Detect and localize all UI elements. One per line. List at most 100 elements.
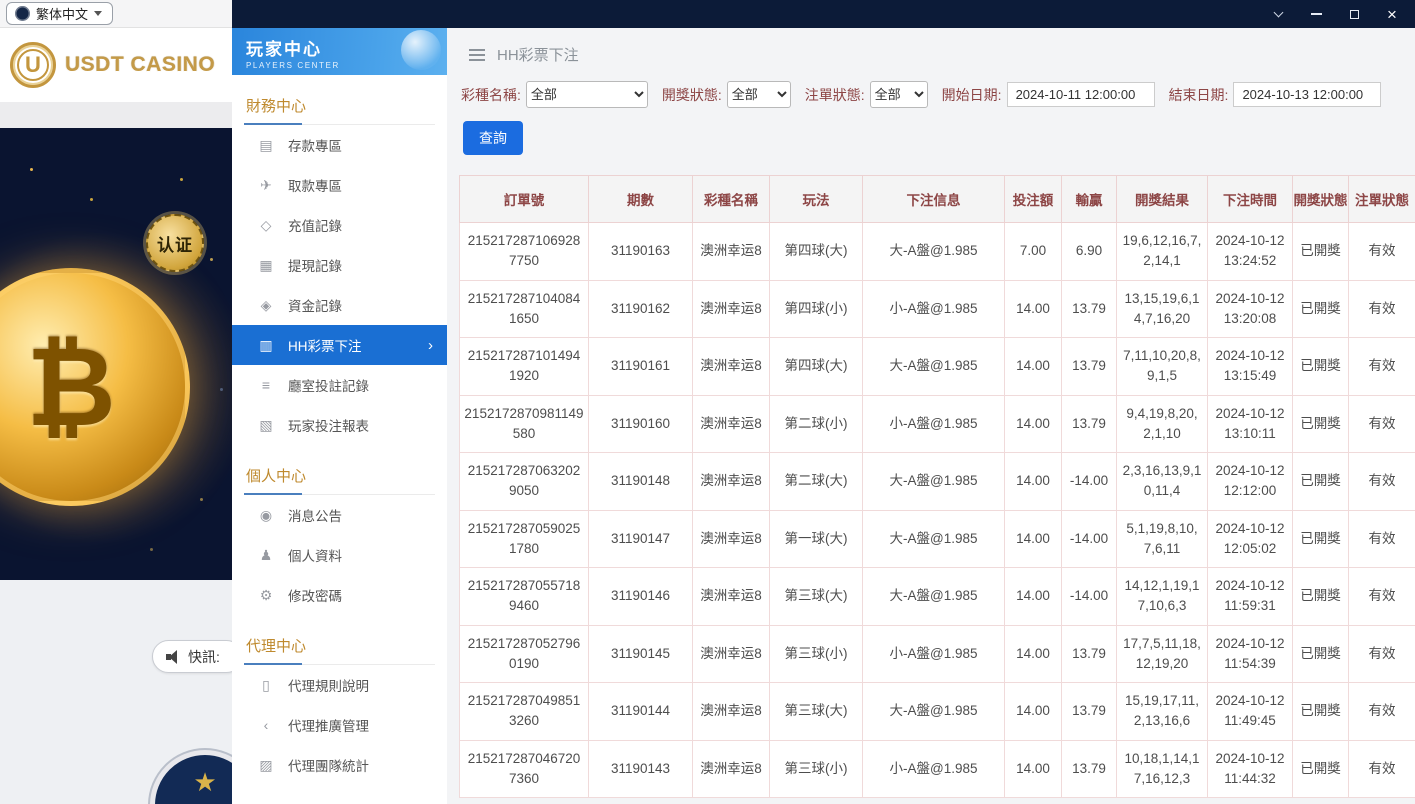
cell-bet-time: 2024-10-12 12:12:00 [1208, 453, 1293, 511]
draw-status-select[interactable]: 全部 [727, 81, 791, 108]
agent-rules-icon: ▯ [256, 677, 276, 694]
close-button[interactable]: × [1385, 7, 1399, 21]
sidebar-item-label: 修改密碼 [288, 585, 342, 605]
sidebar-item-room-bet-record[interactable]: ≡廳室投註記錄 [232, 365, 447, 405]
sidebar-item-change-password[interactable]: ⚙修改密碼 [232, 575, 447, 615]
cell-draw-status: 已開獎 [1293, 568, 1349, 626]
sidebar-item-player-bet-report[interactable]: ▧玩家投注報表 [232, 405, 447, 445]
end-date-input[interactable] [1233, 82, 1381, 107]
globe-icon [15, 6, 30, 21]
cell-bet-time: 2024-10-12 11:59:31 [1208, 568, 1293, 626]
sidebar-item-label: 代理規則說明 [288, 675, 369, 695]
sidebar-item-hh-lottery-bets[interactable]: ▥HH彩票下注› [232, 325, 447, 365]
news-ticker[interactable]: 快訊: [152, 640, 232, 673]
table-row: 215217287101494192031190161澳洲幸运8第四球(大)大-… [460, 338, 1415, 396]
cell-bet-amount: 14.00 [1005, 568, 1062, 626]
page-header: HH彩票下注 [447, 28, 1415, 77]
sidebar-item-label: 資金記錄 [288, 295, 342, 315]
divider-strip [0, 102, 232, 128]
chevron-down-icon[interactable] [1271, 7, 1285, 21]
cell-order-status: 有效 [1349, 280, 1415, 338]
cell-draw-result: 17,7,5,11,18,12,19,20 [1117, 625, 1208, 683]
cell-bet-time: 2024-10-12 13:15:49 [1208, 338, 1293, 396]
column-header: 開獎結果 [1117, 176, 1208, 223]
speaker-icon [166, 650, 180, 663]
search-button[interactable]: 查詢 [463, 121, 523, 155]
language-selector[interactable]: 繁体中文 [6, 2, 113, 25]
table-row: 215217287049851326031190144澳洲幸运8第三球(大)大-… [460, 683, 1415, 741]
minimize-button[interactable] [1309, 7, 1323, 21]
lottery-name-select[interactable]: 全部 [526, 81, 648, 108]
language-bar: 繁体中文 [0, 0, 232, 28]
filter-label: 結束日期: [1169, 85, 1229, 105]
sidebar-item-agent-rules[interactable]: ▯ 代理規則說明 [232, 665, 447, 705]
cell-draw-result: 19,6,12,16,7,2,14,1 [1117, 223, 1208, 281]
cell-period: 31190162 [589, 280, 693, 338]
cell-bet-info: 大-A盤@1.985 [863, 683, 1005, 741]
left-bottom-area: 快訊: ★ [0, 580, 232, 804]
cell-period: 31190147 [589, 510, 693, 568]
page-title: HH彩票下注 [497, 44, 579, 65]
sidebar-section-title: 個人中心 [244, 460, 435, 495]
cell-play-type: 第一球(大) [770, 510, 863, 568]
cell-win-loss: 13.79 [1062, 683, 1117, 741]
sidebar-item-label: 提現記錄 [288, 255, 342, 275]
cell-lottery-name: 澳洲幸运8 [693, 625, 770, 683]
cell-draw-result: 9,4,19,8,20,2,1,10 [1117, 395, 1208, 453]
cell-bet-info: 小-A盤@1.985 [863, 395, 1005, 453]
hh-lottery-bets-icon: ▥ [256, 337, 276, 354]
cell-draw-result: 10,18,1,14,17,16,12,3 [1117, 740, 1208, 798]
sidebar-item-recharge-record[interactable]: ◇充值記錄 [232, 205, 447, 245]
cell-bet-amount: 14.00 [1005, 625, 1062, 683]
sidebar-item-agent-team-stats[interactable]: ▨代理團隊統計 [232, 745, 447, 785]
main-content: HH彩票下注 彩種名稱: 全部 開獎狀態: 全部 [447, 28, 1415, 804]
agent-promotion-icon: ‹ [256, 717, 276, 733]
maximize-button[interactable] [1347, 7, 1361, 21]
language-label: 繁体中文 [36, 4, 88, 23]
column-header: 注單狀態 [1349, 176, 1415, 223]
sidebar-item-label: 廳室投註記錄 [288, 375, 369, 395]
sidebar-item-deposit-zone[interactable]: ▤存款專區 [232, 125, 447, 165]
chevron-right-icon: › [428, 337, 433, 354]
cell-order-no: 2152172870527960190 [460, 625, 589, 683]
cell-draw-status: 已開獎 [1293, 625, 1349, 683]
sidebar-item-cashout-record[interactable]: ▦提現記錄 [232, 245, 447, 285]
sidebar-item-announcements[interactable]: ◉消息公告 [232, 495, 447, 535]
cell-lottery-name: 澳洲幸运8 [693, 683, 770, 741]
menu-toggle-icon[interactable] [469, 49, 485, 61]
withdraw-zone-icon: ✈ [256, 177, 276, 194]
cell-order-status: 有效 [1349, 683, 1415, 741]
app-window: 繁体中文 U USDT CASINO ₿ 认证 快訊: ★ [0, 0, 1415, 804]
sidebar-item-profile[interactable]: ♟個人資料 [232, 535, 447, 575]
cell-win-loss: 13.79 [1062, 740, 1117, 798]
brand-logo[interactable]: U USDT CASINO [0, 28, 232, 102]
sidebar-item-agent-promotion[interactable]: ‹代理推廣管理 [232, 705, 447, 745]
cell-bet-amount: 14.00 [1005, 280, 1062, 338]
cell-bet-info: 大-A盤@1.985 [863, 510, 1005, 568]
cell-draw-status: 已開獎 [1293, 740, 1349, 798]
sidebar-section-title: 代理中心 [244, 630, 435, 665]
order-status-select[interactable]: 全部 [870, 81, 928, 108]
filter-order-status: 注單狀態: 全部 [805, 81, 928, 108]
cell-order-status: 有效 [1349, 510, 1415, 568]
cell-order-status: 有效 [1349, 338, 1415, 396]
start-date-input[interactable] [1007, 82, 1155, 107]
sidebar-item-funds-record[interactable]: ◈資金記錄 [232, 285, 447, 325]
sidebar-item-label: 消息公告 [288, 505, 342, 525]
profile-icon: ♟ [256, 547, 276, 564]
cell-play-type: 第四球(大) [770, 338, 863, 396]
cell-period: 31190145 [589, 625, 693, 683]
filter-draw-status: 開獎狀態: 全部 [662, 81, 791, 108]
sidebar-item-withdraw-zone[interactable]: ✈取款專區 [232, 165, 447, 205]
table-row: 215217287055718946031190146澳洲幸运8第三球(大)大-… [460, 568, 1415, 626]
filter-lottery-name: 彩種名稱: 全部 [461, 81, 648, 108]
main-column: × 玩家中心 PLAYERS CENTER 財務中心▤存款專區✈取款專區◇充值記… [232, 0, 1415, 804]
cell-period: 31190144 [589, 683, 693, 741]
cell-bet-info: 小-A盤@1.985 [863, 740, 1005, 798]
cell-bet-time: 2024-10-12 13:10:11 [1208, 395, 1293, 453]
banner-dots [30, 168, 33, 171]
cell-order-no: 2152172870467207360 [460, 740, 589, 798]
cell-draw-result: 5,1,19,8,10,7,6,11 [1117, 510, 1208, 568]
filter-start-date: 開始日期: [942, 82, 1155, 107]
cell-draw-result: 7,11,10,20,8,9,1,5 [1117, 338, 1208, 396]
